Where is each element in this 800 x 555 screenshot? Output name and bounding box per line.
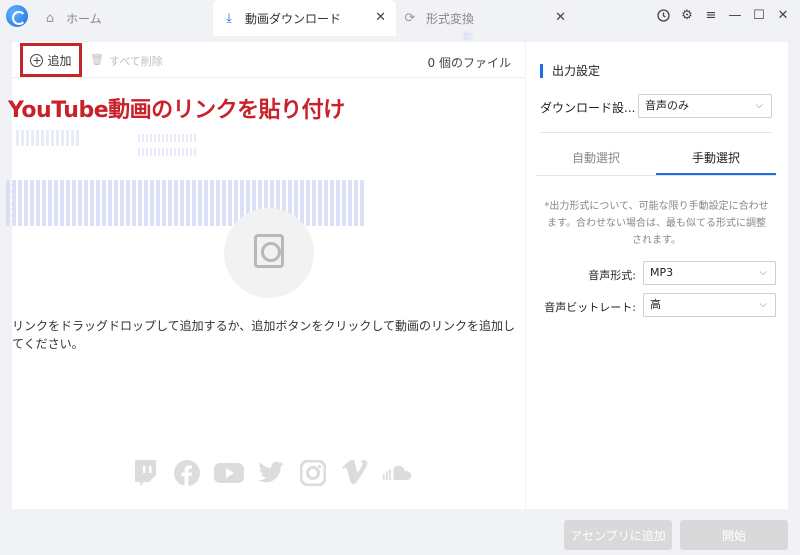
drop-hint-text: リンクをドラッグドロップして追加するか、追加ボタンをクリックして動画のリンクを追… bbox=[12, 319, 516, 351]
empty-state-illustration bbox=[224, 208, 314, 298]
tab-convert-label: 形式変換 bbox=[426, 11, 475, 26]
twitch-icon bbox=[130, 459, 160, 487]
bitrate-select[interactable]: 高 ⌵ bbox=[643, 293, 776, 317]
download-setting-value: 音声のみ bbox=[645, 99, 689, 112]
audio-format-value: MP3 bbox=[650, 266, 674, 279]
ghost-artifact bbox=[16, 130, 80, 146]
bitrate-value: 高 bbox=[650, 298, 661, 311]
plus-icon: + bbox=[30, 53, 44, 67]
file-count: 0 個のファイル bbox=[427, 56, 511, 70]
delete-all-label: すべて削除 bbox=[108, 55, 163, 68]
home-icon: ⌂ bbox=[45, 10, 55, 26]
chevron-down-icon: ⌵ bbox=[759, 299, 767, 310]
twitter-icon bbox=[256, 459, 286, 487]
add-to-assembly-button[interactable]: アセンブリに追加 bbox=[564, 520, 672, 550]
start-button[interactable]: 開始 bbox=[680, 520, 788, 550]
window-controls: ⚙ ≡ — ☐ ✕ bbox=[652, 4, 794, 26]
tab-home-label: ホーム bbox=[66, 11, 102, 26]
clock-icon[interactable] bbox=[652, 4, 674, 26]
ghost-artifact bbox=[138, 134, 198, 142]
add-button[interactable]: + 追加 bbox=[20, 43, 82, 77]
close-tab-icon[interactable]: ✕ bbox=[375, 10, 386, 25]
download-list-panel: + 追加 🗑 すべて削除 0 個のファイル YouTube動画のリンクを貼り付け… bbox=[6, 42, 525, 509]
app-logo bbox=[6, 5, 28, 27]
audio-format-select[interactable]: MP3 ⌵ bbox=[643, 261, 776, 285]
chevron-down-icon: ⌵ bbox=[755, 100, 763, 111]
download-setting-select[interactable]: 音声のみ ⌵ bbox=[638, 94, 772, 118]
bitrate-label: 音声ビットレート: bbox=[544, 301, 636, 314]
instagram-icon bbox=[298, 459, 328, 487]
output-settings-panel: 出力設定 ダウンロード設... 音声のみ ⌵ 自動選択 手動選択 *出力形式につ… bbox=[526, 42, 788, 509]
list-toolbar: + 追加 🗑 すべて削除 0 個のファイル bbox=[12, 42, 525, 78]
tab-download[interactable]: ⤓ 動画ダウンロード ✕ 動画ダウンロード bbox=[213, 0, 473, 148]
annotation-title: YouTube動画のリンクを貼り付け bbox=[8, 98, 345, 123]
ghost-artifact bbox=[6, 180, 366, 226]
youtube-icon bbox=[214, 459, 244, 487]
tab-download-label: 動画ダウンロード bbox=[245, 11, 342, 26]
supported-sites bbox=[130, 459, 412, 487]
audio-format-label: 音声形式: bbox=[588, 269, 636, 282]
vimeo-icon bbox=[340, 459, 370, 487]
tab-auto-select[interactable]: 自動選択 bbox=[536, 142, 656, 175]
search-icon bbox=[254, 234, 284, 268]
soundcloud-icon bbox=[382, 459, 412, 487]
title-bar: ⌂ ホーム ⤓ 動画ダウンロード ✕ 動画ダウンロード ⟳ 形式変換 ✕ ⚙ ≡… bbox=[0, 0, 800, 148]
selection-mode-tabs: 自動選択 手動選択 bbox=[536, 142, 776, 176]
add-button-label: 追加 bbox=[47, 53, 72, 68]
delete-all-button[interactable]: 🗑 すべて削除 bbox=[90, 53, 163, 69]
chevron-down-icon: ⌵ bbox=[759, 267, 767, 278]
output-settings-title: 出力設定 bbox=[540, 64, 600, 78]
download-setting-label: ダウンロード設... bbox=[540, 101, 636, 115]
tab-manual-select[interactable]: 手動選択 bbox=[656, 142, 776, 175]
menu-icon[interactable]: ≡ bbox=[700, 4, 722, 26]
facebook-icon bbox=[172, 459, 202, 487]
minimize-icon[interactable]: — bbox=[724, 4, 746, 26]
trash-icon: 🗑 bbox=[90, 53, 104, 66]
maximize-icon[interactable]: ☐ bbox=[748, 4, 770, 26]
download-icon: ⤓ bbox=[226, 10, 232, 26]
tab-convert[interactable]: ⟳ 形式変換 ✕ bbox=[398, 0, 576, 36]
output-format-note: *出力形式について、可能な限り手動設定に合わせます。合わせない場合は、最も似てる… bbox=[544, 201, 769, 246]
refresh-icon: ⟳ bbox=[404, 10, 416, 26]
close-icon[interactable]: ✕ bbox=[772, 4, 794, 26]
divider bbox=[540, 132, 772, 133]
gear-icon[interactable]: ⚙ bbox=[676, 4, 698, 26]
ghost-artifact bbox=[138, 148, 198, 156]
close-tab-icon[interactable]: ✕ bbox=[555, 10, 566, 25]
tab-home[interactable]: ⌂ ホーム bbox=[38, 0, 208, 36]
